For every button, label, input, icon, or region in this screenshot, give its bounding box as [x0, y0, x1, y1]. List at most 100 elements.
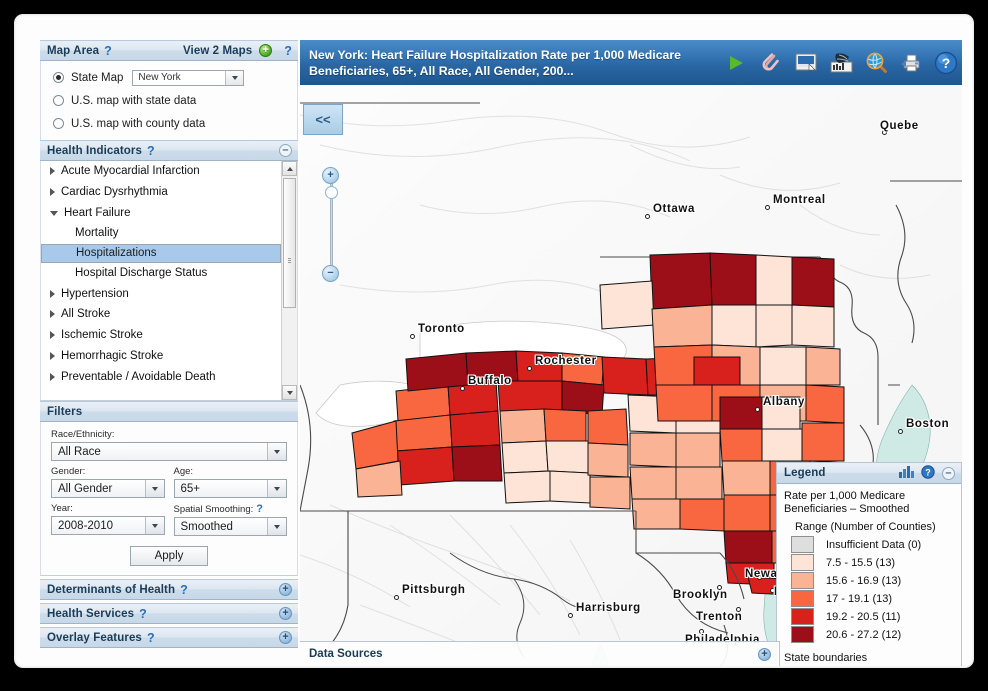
radio-label-us-county-data: U.S. map with county data [71, 117, 206, 130]
race-select[interactable]: All Race [51, 442, 287, 461]
tree-item-ischemic-stroke[interactable]: Ischemic Stroke [41, 325, 281, 346]
tree-item-label: Cardiac Dysrhythmia [61, 186, 168, 199]
chevron-down-icon[interactable] [50, 211, 58, 217]
city-marker-icon [410, 334, 415, 339]
printer-icon[interactable] [899, 51, 923, 75]
tree-item-label: All Stroke [61, 308, 111, 321]
radio-indicator-us-county-data[interactable] [53, 118, 64, 129]
minus-circle-icon[interactable]: – [279, 144, 292, 157]
section-label: Health Services [47, 607, 135, 620]
zoom-slider-thumb[interactable] [325, 186, 338, 199]
zoom-in-button[interactable]: + [322, 167, 339, 184]
map-area-help-icon[interactable]: ? [104, 44, 112, 58]
legend-entry-label: 19.2 - 20.5 (11) [826, 610, 901, 623]
radio-label-state-map: State Map [71, 71, 124, 84]
city-label: Montreal [773, 194, 826, 206]
data-sources-bar[interactable]: Data Sources + [300, 641, 780, 666]
tree-item-hypertension[interactable]: Hypertension [41, 283, 281, 304]
gender-label: Gender: [51, 466, 86, 477]
health-indicators-header[interactable]: Health Indicators ? – [40, 140, 298, 161]
radio-indicator-state-map[interactable] [53, 72, 64, 83]
tree-scrollbar[interactable] [281, 161, 297, 400]
section-help-icon[interactable]: ? [147, 631, 155, 645]
city-marker-icon [460, 386, 465, 391]
chevron-right-icon[interactable] [50, 331, 55, 340]
help-icon[interactable]: ? [934, 51, 958, 75]
play-icon[interactable] [724, 51, 748, 75]
scroll-down-button[interactable] [282, 385, 297, 400]
city-label: Ottawa [653, 203, 695, 215]
smoothing-label: Spatial Smoothing:? [174, 503, 288, 515]
plus-circle-icon[interactable]: + [259, 44, 273, 57]
minus-circle-icon[interactable]: – [942, 466, 955, 480]
filters-header[interactable]: Filters [40, 401, 298, 422]
chevron-down-icon[interactable] [267, 480, 286, 497]
tree-item-all-stroke[interactable]: All Stroke [41, 304, 281, 325]
chevron-down-icon[interactable] [267, 518, 286, 535]
plus-circle-icon[interactable]: + [279, 583, 292, 596]
city-marker-icon [755, 407, 760, 412]
section-overlay-features[interactable]: Overlay Features? + [40, 627, 298, 648]
city-marker-icon [394, 595, 399, 600]
paperclip-icon[interactable] [759, 51, 783, 75]
legend-header[interactable]: Legend ? – [777, 463, 961, 484]
chevron-right-icon[interactable] [50, 310, 55, 319]
chevron-right-icon[interactable] [50, 188, 55, 197]
chevron-down-icon[interactable] [225, 70, 244, 85]
chevron-right-icon[interactable] [50, 351, 55, 360]
health-indicators-help-icon[interactable]: ? [147, 144, 155, 158]
section-help-icon[interactable]: ? [139, 607, 147, 621]
collapse-sidebar-button[interactable]: << [303, 104, 343, 135]
bar-chart-icon[interactable] [899, 465, 914, 481]
chevron-right-icon[interactable] [50, 289, 55, 298]
chevron-down-icon[interactable] [144, 517, 164, 534]
tree-item-preventable-avoidable-death[interactable]: Preventable / Avoidable Death [41, 366, 281, 387]
search-globe-icon[interactable] [864, 51, 888, 75]
apply-button[interactable]: Apply [130, 546, 208, 566]
map-area-header[interactable]: Map Area ? View 2 Maps + ? [40, 40, 298, 61]
help-icon[interactable]: ? [921, 464, 935, 482]
tree-item-hospital-discharge-status[interactable]: Hospital Discharge Status [41, 263, 281, 284]
tree-item-mortality[interactable]: Mortality [41, 223, 281, 244]
view-maps-help-icon[interactable]: ? [284, 44, 292, 58]
scroll-up-button[interactable] [282, 161, 297, 176]
section-help-icon[interactable]: ? [180, 583, 188, 597]
section-health-services[interactable]: Health Services? + [40, 603, 298, 624]
radio-state-map[interactable]: State Map New York [41, 66, 297, 89]
radio-indicator-us-state-data[interactable] [53, 95, 64, 106]
zoom-in-label: + [327, 169, 334, 181]
smoothing-help-icon[interactable]: ? [256, 503, 263, 515]
plus-circle-icon[interactable]: + [279, 607, 292, 620]
section-determinants-of-health[interactable]: Determinants of Health? + [40, 579, 298, 600]
legend-entry: 19.2 - 20.5 (11) [784, 608, 954, 625]
page-title: New York: Heart Failure Hospitalization … [309, 47, 681, 78]
state-select-value: New York [138, 72, 181, 83]
chevron-right-icon[interactable] [50, 372, 55, 381]
view-2-maps-label[interactable]: View 2 Maps [183, 45, 252, 57]
year-select[interactable]: 2008-2010 [51, 516, 165, 535]
gender-select[interactable]: All Gender [51, 479, 165, 498]
tree-item-acute-myocardial-infarction[interactable]: Acute Myocardial Infarction [41, 161, 281, 182]
zoom-out-label: − [327, 267, 334, 279]
tree-item-hemorrhagic-stroke[interactable]: Hemorrhagic Stroke [41, 346, 281, 367]
chevron-down-icon[interactable] [267, 443, 286, 460]
tree-item-heart-failure[interactable]: Heart Failure [41, 202, 281, 223]
zoom-slider[interactable]: + − [321, 167, 341, 282]
state-select[interactable]: New York [132, 69, 245, 86]
radio-us-county-data[interactable]: U.S. map with county data [41, 112, 297, 135]
chevron-right-icon[interactable] [50, 167, 55, 176]
radio-us-state-data[interactable]: U.S. map with state data [41, 89, 297, 112]
screen-icon[interactable] [794, 51, 818, 75]
plus-circle-icon[interactable]: + [279, 631, 292, 644]
scroll-thumb[interactable] [283, 178, 296, 308]
globe-chart-icon[interactable] [829, 51, 853, 75]
smoothing-select[interactable]: Smoothed [173, 517, 287, 536]
zoom-out-button[interactable]: − [322, 265, 339, 282]
age-select[interactable]: 65+ [173, 479, 287, 498]
chevron-down-icon[interactable] [144, 480, 164, 497]
city-label: Boston [906, 418, 950, 430]
plus-circle-icon[interactable]: + [758, 647, 771, 661]
map-canvas[interactable]: Quebe Montreal Ottawa Toronto Rochester Buffa… [300, 85, 962, 666]
tree-item-hospitalizations[interactable]: Hospitalizations [41, 243, 281, 263]
tree-item-cardiac-dysrhythmia[interactable]: Cardiac Dysrhythmia [41, 182, 281, 203]
